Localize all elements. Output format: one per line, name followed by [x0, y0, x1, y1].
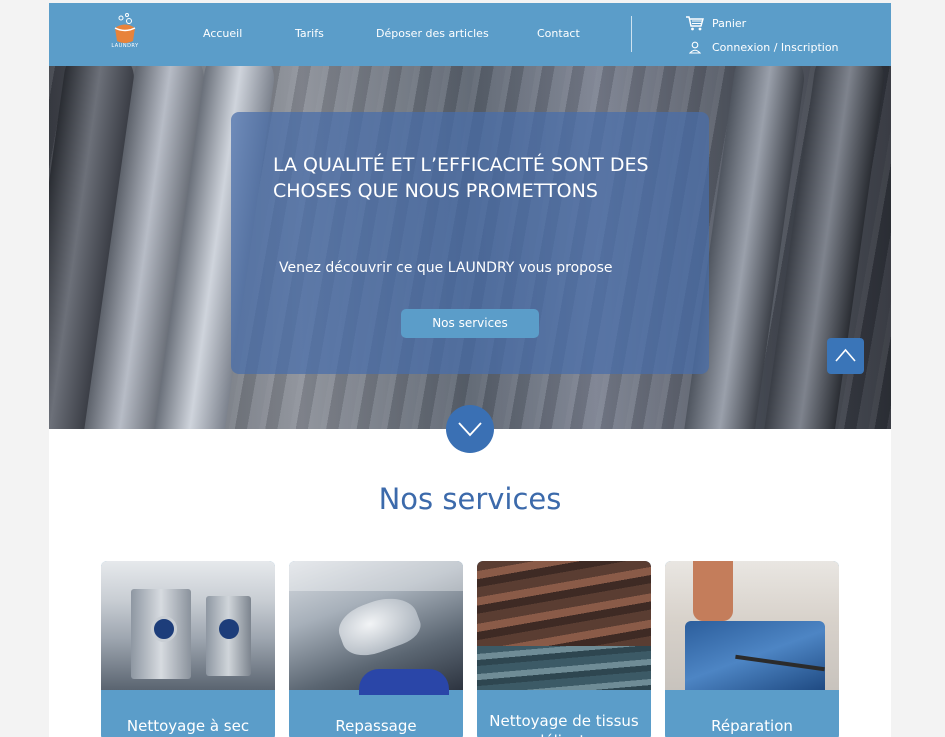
user-icon[interactable]: [689, 41, 701, 54]
chevron-down-icon: [458, 422, 482, 437]
page: LAUNDRY Accueil Tarifs Déposer des artic…: [49, 3, 891, 737]
header-divider: [631, 16, 632, 52]
cart-icon[interactable]: [685, 15, 705, 31]
hero-banner: LA QUALITÉ ET L’EFFICACITÉ SONT DES CHOS…: [49, 66, 891, 429]
service-card-delicate[interactable]: Nettoyage de tissus délicats: [477, 561, 651, 737]
service-label: Nettoyage à sec: [126, 717, 250, 735]
nav-item-deposer[interactable]: Déposer des articles: [376, 27, 489, 40]
ironing-image: [289, 561, 463, 695]
cart-link[interactable]: Panier: [712, 17, 746, 30]
repair-image: [665, 561, 839, 690]
nav-item-accueil[interactable]: Accueil: [203, 27, 242, 40]
scroll-top-button[interactable]: [827, 338, 864, 374]
nav-item-contact[interactable]: Contact: [537, 27, 580, 40]
nav-item-tarifs[interactable]: Tarifs: [295, 27, 324, 40]
hero-subtitle: Venez découvrir ce que LAUNDRY vous prop…: [279, 260, 613, 276]
service-label: Repassage: [335, 717, 417, 735]
scroll-down-button[interactable]: [446, 405, 494, 453]
service-card-ironing[interactable]: Repassage: [289, 561, 463, 737]
hero-title: LA QUALITÉ ET L’EFFICACITÉ SONT DES CHOS…: [273, 154, 649, 202]
logo-text: LAUNDRY: [111, 43, 139, 49]
service-card-dry-cleaning[interactable]: Nettoyage à sec: [101, 561, 275, 737]
account-link[interactable]: Connexion / Inscription: [712, 41, 839, 54]
service-card-repair[interactable]: Réparation: [665, 561, 839, 737]
delicate-fabrics-image: [477, 561, 651, 690]
service-label: Réparation: [711, 717, 793, 735]
service-label: Nettoyage de tissus délicats: [489, 712, 639, 737]
dry-cleaning-image: [101, 561, 275, 690]
services-title: Nos services: [378, 482, 562, 516]
chevron-up-icon: [835, 348, 856, 362]
site-header: LAUNDRY Accueil Tarifs Déposer des artic…: [49, 3, 891, 66]
services-button[interactable]: Nos services: [401, 309, 539, 338]
hero-panel: LA QUALITÉ ET L’EFFICACITÉ SONT DES CHOS…: [231, 112, 709, 374]
